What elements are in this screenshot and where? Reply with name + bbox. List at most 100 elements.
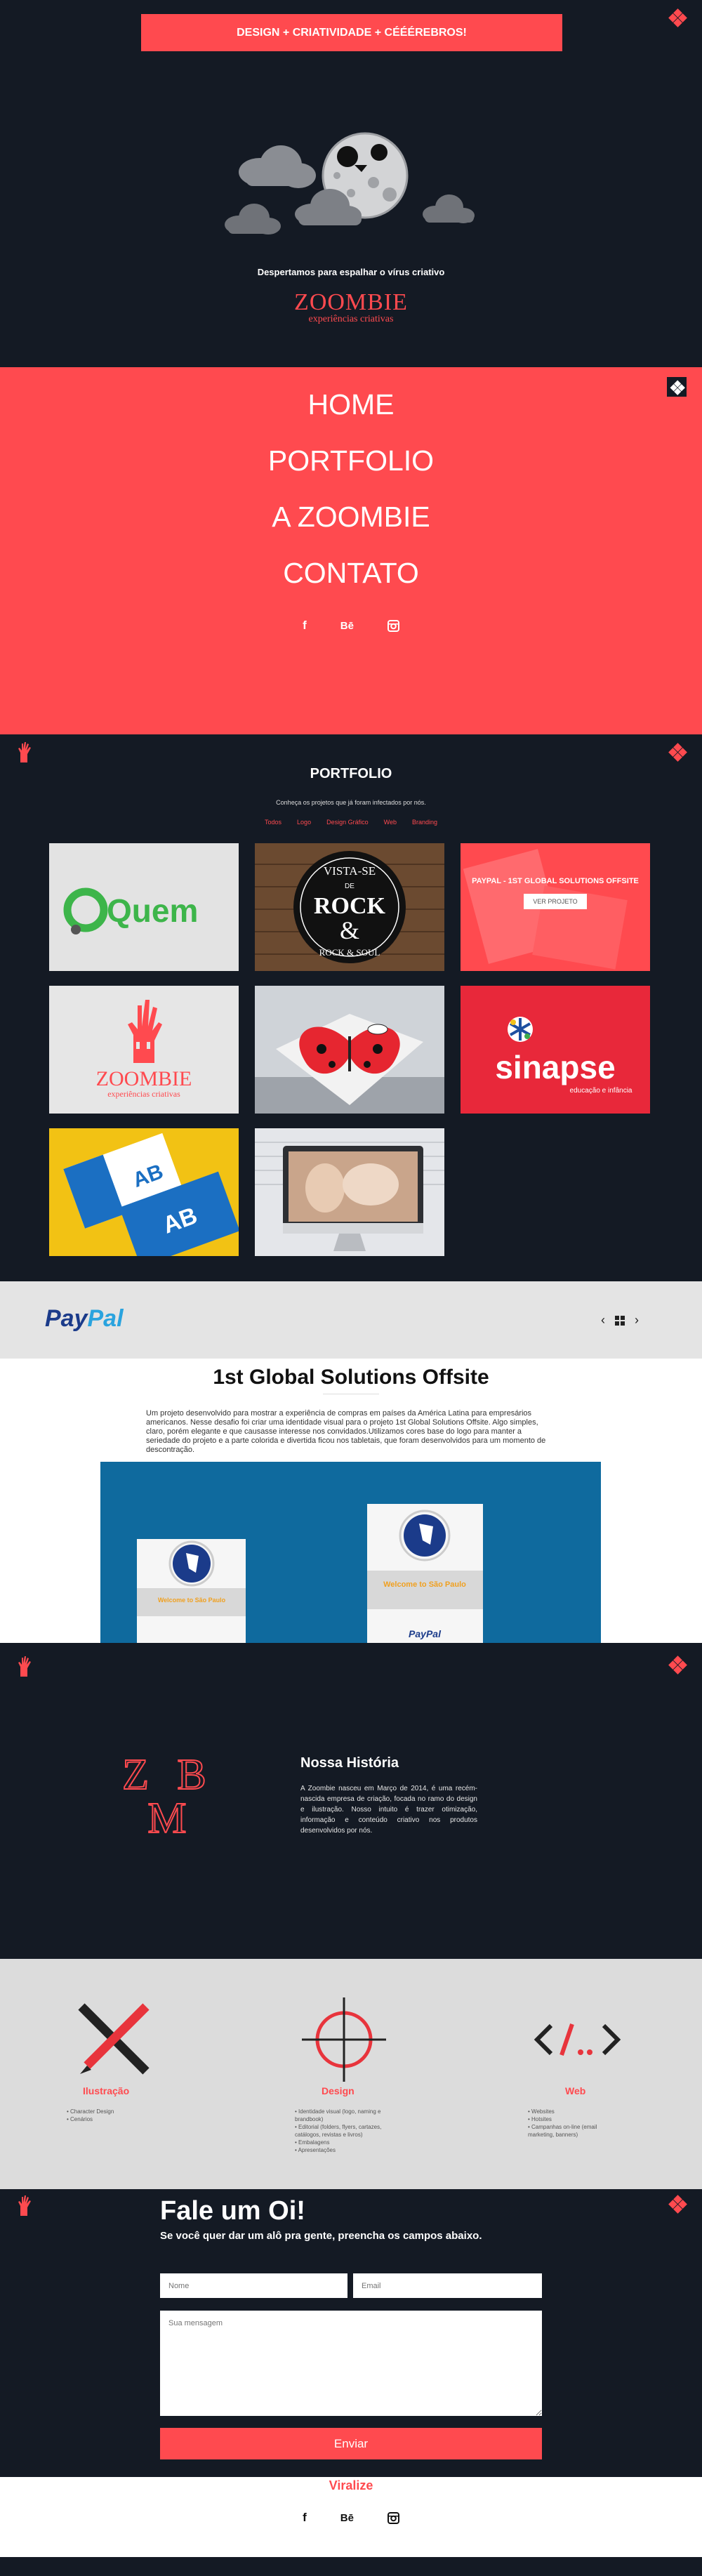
rock-sub-text: ROCK & SOUL — [319, 947, 380, 958]
services-section: Ilustração Character Design Cenários Des… — [0, 1959, 702, 2189]
portfolio-filters: Todos Logo Design Gráfico Web Branding — [0, 819, 702, 826]
portfolio-item-quem[interactable]: Quem — [49, 843, 239, 971]
monogram-z: Z — [122, 1751, 149, 1799]
service-list-illustration: Character Design Cenários — [67, 2108, 114, 2123]
menu-diamond-icon[interactable] — [668, 2195, 687, 2214]
rock-main-text: ROCK — [314, 893, 386, 919]
butterfly-folder — [255, 1014, 444, 1114]
list-item: Character Design — [67, 2108, 114, 2115]
menu-diamond-icon[interactable] — [668, 1656, 687, 1675]
next-arrow-icon[interactable]: › — [635, 1313, 639, 1328]
tagline-banner: DESIGN + CRIATIVIDADE + CÉÉÉREBROS! — [141, 14, 562, 51]
sinapse-sub: educação e infância — [570, 1087, 633, 1095]
menu-diamond-icon[interactable] — [668, 743, 687, 762]
imac-mockup — [255, 1142, 444, 1251]
service-list-web: Websites Hotsites Campanhas on-line (ema… — [528, 2108, 616, 2139]
portfolio-item-zoombie[interactable]: ZOOMBIE experiências criativas — [49, 986, 239, 1114]
facebook-icon[interactable]: f — [303, 2511, 307, 2525]
portfolio-subtitle: Conheça os projetos que já foram infecta… — [276, 799, 426, 806]
view-project-button[interactable]: VER PROJETO — [524, 894, 587, 909]
brand-subtitle: experiências criativas — [308, 314, 394, 324]
quem-logo: Quem — [63, 887, 198, 934]
rock-top-text: VISTA-SE — [324, 864, 376, 878]
prev-arrow-icon[interactable]: ‹ — [601, 1313, 605, 1328]
list-item: Embalagens — [295, 2139, 386, 2146]
portfolio-title: PORTFOLIO — [310, 766, 392, 781]
moon-clouds-illustration — [225, 132, 475, 235]
sinapse-text: sinapse — [495, 1049, 615, 1085]
code-icon — [534, 2023, 621, 2056]
footer: Viralize f Bē — [0, 2477, 702, 2557]
portfolio-item-rock[interactable]: VISTA-SE DE ROCK & ROCK & SOUL — [255, 843, 444, 971]
nav-home[interactable]: HOME — [0, 388, 702, 421]
grid-icon[interactable] — [615, 1315, 625, 1326]
hero-section: DESIGN + CRIATIVIDADE + CÉÉÉREBROS! Desp… — [0, 0, 702, 367]
project-title: 1st Global Solutions Offsite — [213, 1366, 489, 1389]
rock-amp-text: & — [340, 916, 359, 944]
portfolio-item-butterfly[interactable] — [255, 986, 444, 1114]
menu-diamond-icon[interactable] — [668, 8, 687, 27]
rock-de-text: DE — [345, 883, 355, 890]
monogram-b: B — [177, 1751, 206, 1799]
book-title-2: Welcome to São Paulo — [383, 1580, 466, 1589]
instagram-icon[interactable] — [387, 619, 399, 632]
project-pager: ‹ › — [601, 1313, 639, 1328]
brand-logo-text: ZOOMBIE — [294, 289, 408, 315]
about-section: Z B M Nossa História A Zoombie nasceu em… — [0, 1643, 702, 1959]
monogram-m: M — [147, 1795, 186, 1839]
nav-contact[interactable]: CONTATO — [0, 557, 702, 590]
contact-title: Fale um Oi! — [160, 2196, 305, 2226]
project-body: 1st Global Solutions Offsite Um projeto … — [0, 1359, 702, 1643]
zbm-monogram-logo: Z B M — [121, 1750, 207, 1839]
filter-logo[interactable]: Logo — [297, 819, 311, 826]
facebook-icon[interactable]: f — [303, 619, 307, 633]
email-field[interactable] — [353, 2273, 542, 2298]
list-item: Identidade visual (logo, naming e brandb… — [295, 2108, 386, 2123]
sinapse-logo: sinapse educação e infância — [495, 1017, 633, 1095]
footer-social-links: f Bē — [0, 2511, 702, 2525]
book-title-1: Welcome to São Paulo — [158, 1597, 226, 1604]
zoombie-logo: ZOOMBIE experiências criativas — [96, 1000, 192, 1099]
contact-section: Fale um Oi! Se você quer dar um alô pra … — [0, 2189, 702, 2477]
menu-section: HOME PORTFOLIO A ZOOMBIE CONTATO f Bē — [0, 367, 702, 734]
name-field[interactable] — [160, 2273, 347, 2298]
about-text: A Zoombie nasceu em Março de 2014, é uma… — [300, 1785, 477, 1835]
zoombie-tile-sub: experiências criativas — [107, 1089, 180, 1099]
service-list-design: Identidade visual (logo, naming e brandb… — [295, 2108, 386, 2154]
behance-icon[interactable]: Bē — [340, 2512, 354, 2524]
list-item: Campanhas on-line (email marketing, bann… — [528, 2123, 616, 2139]
paypal-tile-caption: PAYPAL - 1ST GLOBAL SOLUTIONS OFFSITE — [472, 877, 639, 885]
crosshair-icon — [302, 1997, 386, 2082]
quem-text: Quem — [107, 892, 198, 929]
filter-web[interactable]: Web — [384, 819, 397, 826]
send-button[interactable]: Enviar — [160, 2428, 542, 2459]
list-item: Editorial (folders, flyers, cartazes, ca… — [295, 2123, 386, 2139]
list-item: Websites — [528, 2108, 616, 2115]
book-paypal-logo: PayPal — [409, 1628, 442, 1639]
portfolio-item-sinapse[interactable]: sinapse educação e infância — [461, 986, 650, 1114]
paypal-logo: PayPal — [45, 1305, 124, 1332]
filter-branding[interactable]: Branding — [412, 819, 437, 826]
portfolio-item-paypal[interactable]: PAYPAL - 1ST GLOBAL SOLUTIONS OFFSITE VE… — [461, 843, 650, 971]
project-description: Um projeto desenvolvido para mostrar a e… — [146, 1409, 546, 1454]
rock-badge: VISTA-SE DE ROCK & ROCK & SOUL — [255, 851, 444, 963]
pencil-cross-icon — [78, 2003, 150, 2075]
list-item: Apresentações — [295, 2146, 386, 2154]
filter-graphic-design[interactable]: Design Gráfico — [326, 819, 369, 826]
portfolio-section: PORTFOLIO Conheça os projetos que já for… — [0, 734, 702, 1281]
message-field[interactable] — [160, 2311, 542, 2416]
nav-portfolio[interactable]: PORTFOLIO — [0, 444, 702, 477]
portfolio-item-ab-cards[interactable]: AB AB — [49, 1128, 239, 1256]
nav-about[interactable]: A ZOOMBIE — [0, 501, 702, 534]
zoombie-tile-text: ZOOMBIE — [96, 1067, 192, 1090]
filter-all[interactable]: Todos — [265, 819, 282, 826]
social-links: f Bē — [0, 619, 702, 633]
service-title-illustration: Ilustração — [83, 2085, 130, 2096]
portfolio-item-imac[interactable] — [255, 1128, 444, 1256]
about-title: Nossa História — [300, 1755, 399, 1771]
instagram-icon[interactable] — [387, 2511, 399, 2524]
zombie-hand-icon — [18, 2195, 31, 2216]
list-item: Cenários — [67, 2115, 114, 2123]
behance-icon[interactable]: Bē — [340, 620, 354, 632]
zombie-hand-icon — [18, 1656, 31, 1677]
